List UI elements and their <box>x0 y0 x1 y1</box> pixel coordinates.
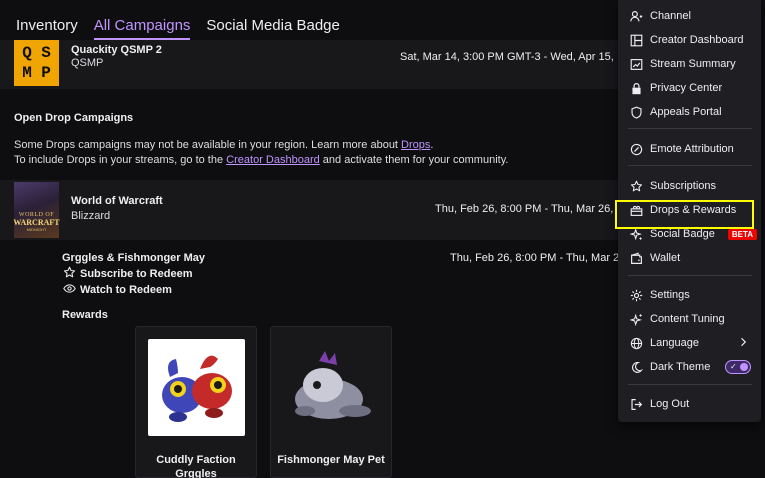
menu-item-log-out[interactable]: Log Out <box>618 393 761 415</box>
campaign-game: QSMP <box>71 57 104 69</box>
campaign-publisher: Blizzard <box>71 210 111 222</box>
reward-label: Cuddly Faction Grggles <box>156 454 236 478</box>
menu-item-content-tuning[interactable]: Content Tuning <box>618 308 761 330</box>
star-icon <box>629 179 643 193</box>
dark-theme-toggle[interactable]: ✓ <box>725 360 751 374</box>
menu-item-label: Channel <box>650 10 691 22</box>
drop-name: Grggles & Fishmonger May <box>62 252 206 264</box>
menu-item-label: Content Tuning <box>650 313 725 325</box>
menu-item-language[interactable]: Language <box>618 332 761 354</box>
eye-icon <box>63 282 76 298</box>
wow-logo-text: WARCRAFT <box>13 218 60 227</box>
rewards-heading: Rewards <box>62 309 108 321</box>
sparkle-icon <box>629 227 643 241</box>
menu-item-wallet[interactable]: Wallet <box>618 247 761 269</box>
check-icon: ✓ <box>730 362 737 371</box>
tab-social-media-badge[interactable]: Social Media Badge <box>206 0 339 40</box>
requirement-label: Subscribe to Redeem <box>80 268 193 280</box>
menu-item-label: Wallet <box>650 252 681 264</box>
menu-item-label: Settings <box>650 289 690 301</box>
menu-item-label: Privacy Center <box>650 82 723 94</box>
drop-dates: Thu, Feb 26, 8:00 PM - Thu, Mar 2 <box>450 252 620 264</box>
toggle-knob <box>740 363 748 371</box>
gear-icon <box>629 288 643 302</box>
menu-item-settings[interactable]: Settings <box>618 284 761 306</box>
creator-dashboard-link[interactable]: Creator Dashboard <box>226 154 320 166</box>
menu-item-privacy-center[interactable]: Privacy Center <box>618 77 761 99</box>
campaign-dates: Thu, Feb 26, 8:00 PM - Thu, Mar 26, <box>435 203 614 215</box>
summary-icon <box>629 57 643 71</box>
logout-icon <box>629 397 643 411</box>
menu-item-label: Language <box>650 337 699 349</box>
moon-icon <box>629 360 643 374</box>
campaign-dates: Sat, Mar 14, 3:00 PM GMT-3 - Wed, Apr 15… <box>400 51 614 63</box>
requirement-subscribe: Subscribe to Redeem <box>63 266 192 282</box>
wow-logo: WORLD OF WARCRAFT MIDNIGHT <box>13 182 60 238</box>
qsmp-logo-letter: S <box>41 44 51 63</box>
open-drops-heading: Open Drop Campaigns <box>14 112 134 124</box>
dashboard-info-text: To include Drops in your streams, go to … <box>14 154 508 166</box>
globe-icon <box>629 336 643 350</box>
qsmp-logo-letter: Q <box>22 44 32 63</box>
menu-item-appeals-portal[interactable]: Appeals Portal <box>618 101 761 123</box>
person-icon <box>629 9 643 23</box>
region-info-prefix: Some Drops campaigns may not be availabl… <box>14 139 402 151</box>
reward-label: Fishmonger May Pet <box>277 454 385 466</box>
beta-badge: BETA <box>727 228 758 240</box>
campaign-card-qsmp[interactable]: Q S M P Quackity QSMP 2 QSMP Sat, Mar 14… <box>0 40 622 89</box>
region-info-text: Some Drops campaigns may not be availabl… <box>14 139 433 151</box>
star-outline-icon <box>63 266 76 282</box>
emote-icon <box>629 142 643 156</box>
campaign-title: Quackity QSMP 2 <box>71 44 162 56</box>
shield-icon <box>629 105 643 119</box>
menu-item-creator-dashboard[interactable]: Creator Dashboard <box>618 29 761 51</box>
menu-item-dark-theme[interactable]: Dark Theme ✓ <box>618 356 761 378</box>
drops-link[interactable]: Drops <box>401 139 430 151</box>
campaign-title: World of Warcraft <box>71 195 163 207</box>
reward-image <box>283 339 380 436</box>
menu-item-channel[interactable]: Channel <box>618 5 761 27</box>
highlight-box <box>615 200 754 229</box>
reward-card[interactable]: Cuddly Faction Grggles <box>135 326 257 478</box>
wow-logo-text: MIDNIGHT <box>26 227 47 232</box>
requirement-label: Watch to Redeem <box>80 284 172 296</box>
qsmp-logo: Q S M P <box>14 40 59 86</box>
wallet-icon <box>629 251 643 265</box>
campaign-card-wow[interactable]: WORLD OF WARCRAFT MIDNIGHT World of Warc… <box>0 180 622 240</box>
menu-item-label: Stream Summary <box>650 58 736 70</box>
menu-item-subscriptions[interactable]: Subscriptions <box>618 175 761 197</box>
tab-all-campaigns[interactable]: All Campaigns <box>93 0 191 40</box>
requirement-watch: Watch to Redeem <box>63 282 172 298</box>
dashboard-info-prefix: To include Drops in your streams, go to … <box>14 154 227 166</box>
qsmp-logo-letter: P <box>41 63 51 82</box>
menu-divider <box>628 275 752 276</box>
sparkle-icon <box>629 312 643 326</box>
menu-divider <box>628 165 752 166</box>
menu-item-label: Creator Dashboard <box>650 34 744 46</box>
menu-divider <box>628 384 752 385</box>
dashboard-info-suffix: and activate them for your community. <box>319 154 509 166</box>
reward-card[interactable]: Fishmonger May Pet <box>270 326 392 478</box>
reward-image <box>148 339 245 436</box>
menu-divider <box>628 128 752 129</box>
chevron-right-icon <box>737 336 749 351</box>
menu-item-label: Emote Attribution <box>650 143 734 155</box>
menu-item-label: Log Out <box>650 398 690 410</box>
region-info-suffix: . <box>430 139 434 151</box>
menu-item-label: Appeals Portal <box>650 106 722 118</box>
dashboard-icon <box>629 33 643 47</box>
menu-item-emote-attribution[interactable]: Emote Attribution <box>618 138 761 160</box>
menu-item-label: Subscriptions <box>650 180 717 192</box>
lock-icon <box>629 81 643 95</box>
menu-item-label: Social Badge <box>650 228 715 240</box>
qsmp-logo-letter: M <box>22 63 32 82</box>
tab-inventory[interactable]: Inventory <box>16 0 78 40</box>
menu-item-stream-summary[interactable]: Stream Summary <box>618 53 761 75</box>
menu-item-label: Dark Theme <box>650 361 711 373</box>
